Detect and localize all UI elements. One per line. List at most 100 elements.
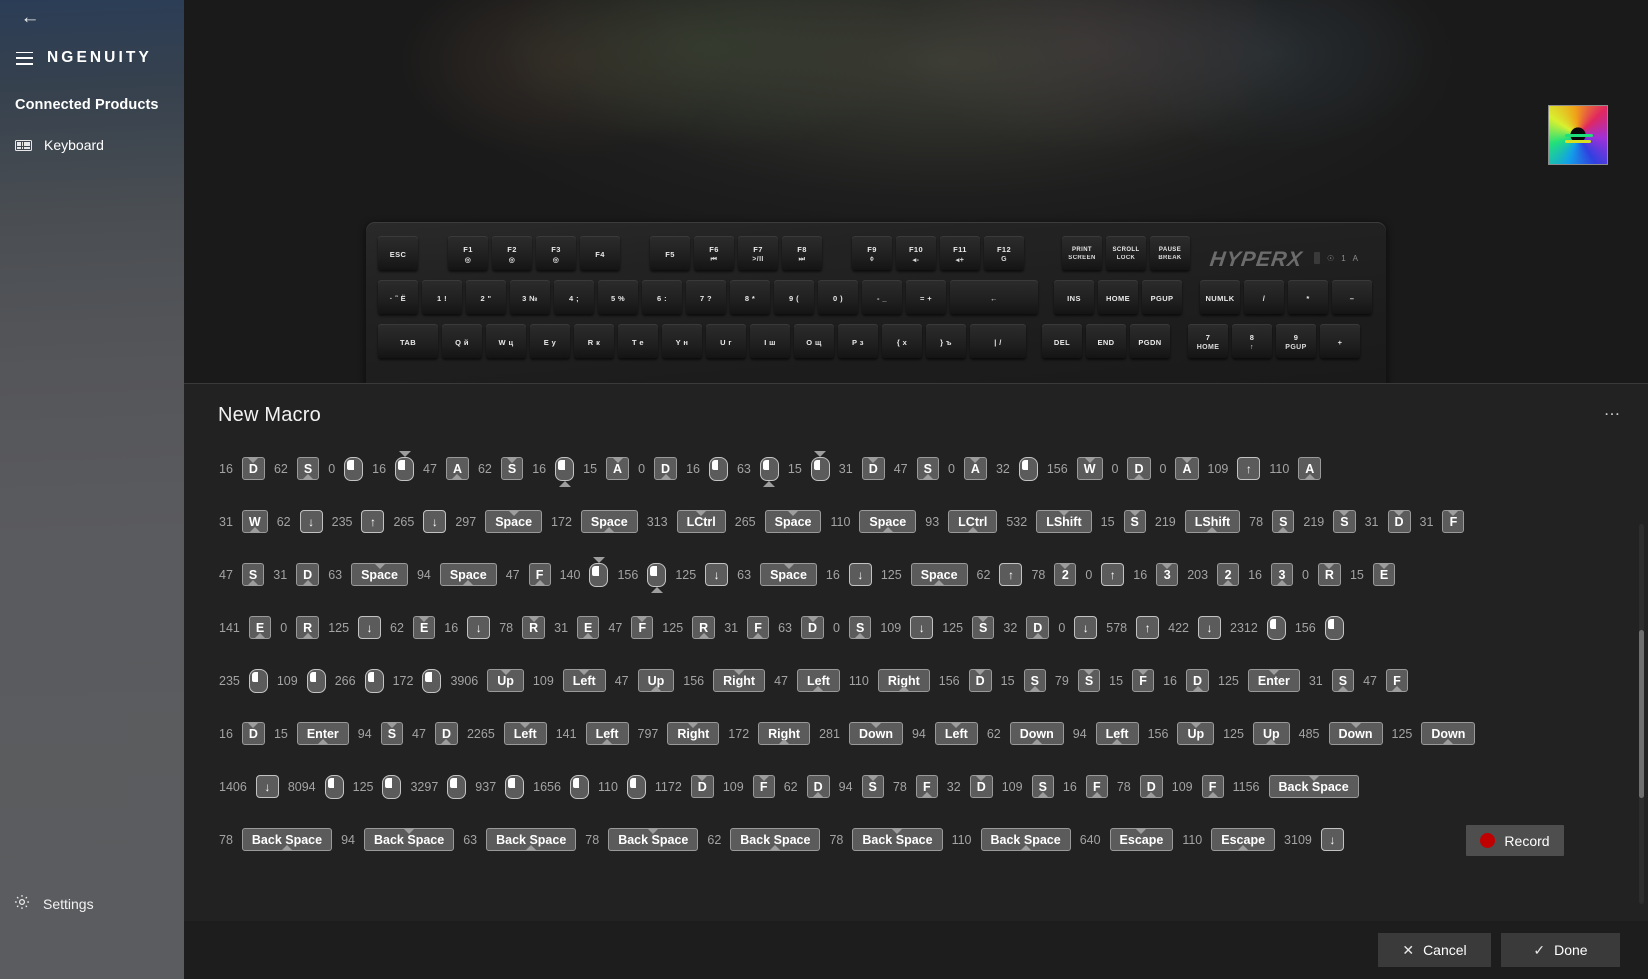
- macro-key-chip[interactable]: R: [522, 616, 546, 639]
- macro-key-chip[interactable]: D: [296, 563, 320, 586]
- macro-delay[interactable]: 0: [629, 462, 654, 476]
- macro-key-chip[interactable]: 3: [1270, 563, 1293, 586]
- macro-key-chip[interactable]: Space: [351, 563, 408, 586]
- cancel-button[interactable]: ✕ Cancel: [1378, 933, 1491, 967]
- macro-arrowkey-chip[interactable]: ↓: [1320, 828, 1344, 851]
- done-button[interactable]: ✓ Done: [1501, 933, 1620, 967]
- macro-delay[interactable]: 62: [469, 462, 501, 476]
- macro-delay[interactable]: 281: [810, 727, 849, 741]
- macro-key-chip[interactable]: S: [972, 616, 995, 639]
- macro-mouse-chip[interactable]: [810, 450, 830, 481]
- macro-key-chip[interactable]: S: [916, 457, 939, 480]
- macro-delay[interactable]: 47: [414, 462, 446, 476]
- macro-delay[interactable]: 16: [817, 568, 849, 582]
- keyboard-key[interactable]: ←: [950, 280, 1038, 314]
- macro-key-chip[interactable]: D: [861, 457, 885, 480]
- macro-delay[interactable]: 109: [524, 674, 563, 688]
- macro-delay[interactable]: 31: [830, 462, 862, 476]
- macro-key-chip[interactable]: Down: [848, 722, 903, 745]
- keyboard-key[interactable]: 2 ": [466, 280, 506, 314]
- keyboard-key[interactable]: 4 ;: [554, 280, 594, 314]
- macro-delay[interactable]: 172: [542, 515, 581, 529]
- macro-delay[interactable]: 797: [629, 727, 668, 741]
- macro-delay[interactable]: 0: [1293, 568, 1318, 582]
- macro-delay[interactable]: 1172: [646, 780, 691, 794]
- macro-key-chip[interactable]: Left: [503, 722, 547, 745]
- macro-key-chip[interactable]: Space: [910, 563, 968, 586]
- macro-mouse-chip[interactable]: [364, 668, 384, 693]
- macro-delay[interactable]: 265: [384, 515, 423, 529]
- macro-delay[interactable]: 578: [1097, 621, 1136, 635]
- macro-delay[interactable]: 93: [916, 515, 948, 529]
- macro-key-chip[interactable]: D: [806, 775, 830, 798]
- macro-delay[interactable]: 313: [638, 515, 677, 529]
- back-button[interactable]: ←: [10, 2, 50, 32]
- rgb-preset-thumbnail[interactable]: [1548, 105, 1608, 165]
- macro-delay[interactable]: 937: [466, 780, 505, 794]
- macro-delay[interactable]: 32: [987, 462, 1019, 476]
- keyboard-key[interactable]: U г: [706, 324, 746, 358]
- macro-delay[interactable]: 0: [939, 462, 964, 476]
- macro-key-chip[interactable]: Back Space: [1268, 775, 1359, 798]
- keyboard-key[interactable]: PAUSE BREAK: [1150, 236, 1190, 270]
- macro-key-chip[interactable]: Up: [637, 669, 675, 692]
- macro-key-chip[interactable]: E: [1372, 563, 1396, 586]
- macro-delay[interactable]: 47: [885, 462, 917, 476]
- macro-delay[interactable]: 63: [454, 833, 486, 847]
- macro-mouse-chip[interactable]: [589, 556, 609, 587]
- macro-arrowkey-chip[interactable]: ↑: [1136, 616, 1160, 639]
- keyboard-key[interactable]: 3 №: [510, 280, 550, 314]
- macro-delay[interactable]: 109: [1199, 462, 1238, 476]
- macro-delay[interactable]: 31: [545, 621, 577, 635]
- macro-delay[interactable]: 125: [653, 621, 692, 635]
- macro-delay[interactable]: 94: [332, 833, 364, 847]
- keyboard-key[interactable]: PRINT SCREEN: [1062, 236, 1102, 270]
- macro-delay[interactable]: 63: [319, 568, 351, 582]
- macro-delay[interactable]: 110: [840, 674, 878, 688]
- macro-key-chip[interactable]: F: [752, 775, 775, 798]
- macro-key-chip[interactable]: S: [1331, 669, 1355, 692]
- macro-key-chip[interactable]: S: [1123, 510, 1146, 533]
- macro-key-chip[interactable]: D: [968, 669, 992, 692]
- macro-delay[interactable]: 0: [1103, 462, 1128, 476]
- macro-key-chip[interactable]: Space: [859, 510, 917, 533]
- macro-key-chip[interactable]: A: [445, 457, 469, 480]
- macro-key-chip[interactable]: R: [692, 616, 716, 639]
- macro-key-chip[interactable]: E: [248, 616, 272, 639]
- macro-delay[interactable]: 141: [547, 727, 586, 741]
- macro-delay[interactable]: 47: [497, 568, 529, 582]
- macro-delay[interactable]: 3906: [441, 674, 487, 688]
- macro-delay[interactable]: 266: [326, 674, 365, 688]
- macro-key-chip[interactable]: Left: [796, 669, 840, 692]
- keyboard-key[interactable]: DEL: [1042, 324, 1082, 358]
- scrollbar-thumb[interactable]: [1639, 630, 1644, 798]
- macro-delay[interactable]: 63: [728, 568, 760, 582]
- macro-key-chip[interactable]: Back Space: [608, 828, 699, 851]
- macro-key-chip[interactable]: 3: [1156, 563, 1179, 586]
- macro-delay[interactable]: 15: [1092, 515, 1124, 529]
- macro-arrowkey-chip[interactable]: ↓: [1198, 616, 1221, 639]
- macro-delay[interactable]: 62: [775, 780, 807, 794]
- macro-delay[interactable]: 78: [1108, 780, 1140, 794]
- macro-key-chip[interactable]: Down: [1328, 722, 1383, 745]
- macro-delay[interactable]: 110: [943, 833, 981, 847]
- macro-mouse-chip[interactable]: [647, 562, 667, 593]
- macro-delay[interactable]: 125: [344, 780, 383, 794]
- macro-key-chip[interactable]: A: [606, 457, 630, 480]
- keyboard-key[interactable]: END: [1086, 324, 1126, 358]
- keyboard-key[interactable]: O щ: [794, 324, 834, 358]
- keyboard-key[interactable]: F2 ◎: [492, 236, 532, 270]
- macro-key-chip[interactable]: Right: [758, 722, 811, 745]
- macro-delay[interactable]: 640: [1071, 833, 1110, 847]
- macro-delay[interactable]: 94: [903, 727, 935, 741]
- macro-key-chip[interactable]: W: [241, 510, 268, 533]
- macro-mouse-chip[interactable]: [248, 668, 268, 693]
- macro-key-chip[interactable]: D: [690, 775, 714, 798]
- macro-delay[interactable]: 78: [210, 833, 242, 847]
- macro-key-chip[interactable]: Up: [487, 669, 524, 692]
- macro-delay[interactable]: 125: [1209, 674, 1248, 688]
- macro-key-chip[interactable]: S: [380, 722, 404, 745]
- sidebar-item-keyboard[interactable]: Keyboard: [15, 133, 175, 157]
- macro-arrowkey-chip[interactable]: ↑: [999, 563, 1023, 586]
- macro-delay[interactable]: 0: [1076, 568, 1101, 582]
